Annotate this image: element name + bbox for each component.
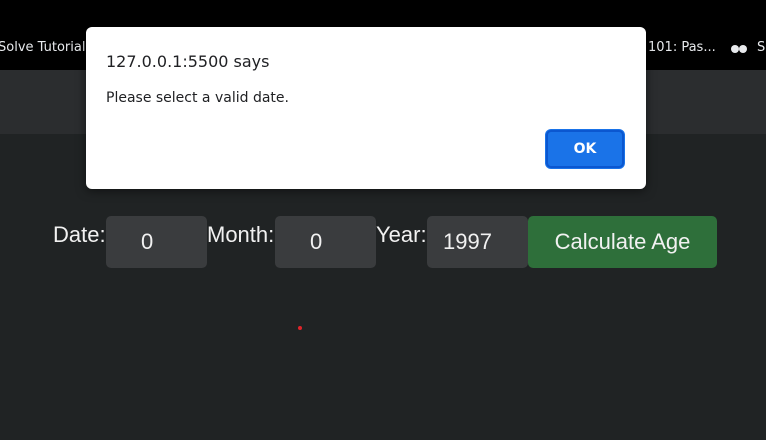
month-label: Month:	[207, 222, 275, 247]
year-input[interactable]	[427, 216, 528, 268]
calculate-age-button[interactable]: Calculate Age	[528, 216, 717, 268]
date-input[interactable]	[106, 216, 207, 268]
bookmark-s[interactable]: S	[757, 40, 765, 55]
alert-title: 127.0.0.1:5500 says	[106, 52, 270, 71]
date-label: Date:	[53, 222, 106, 247]
year-label: Year:	[376, 222, 427, 247]
bookmark-101[interactable]: 101: Pas...	[648, 40, 716, 55]
bookmark-solve-tutorials[interactable]: Solve Tutorials	[0, 40, 92, 55]
bookmark-favicon-icon	[731, 44, 747, 54]
alert-dialog: 127.0.0.1:5500 says Please select a vali…	[86, 27, 646, 189]
ok-button[interactable]: OK	[546, 130, 624, 168]
month-input[interactable]	[275, 216, 376, 268]
alert-message: Please select a valid date.	[106, 90, 289, 106]
cursor-dot	[298, 326, 302, 330]
